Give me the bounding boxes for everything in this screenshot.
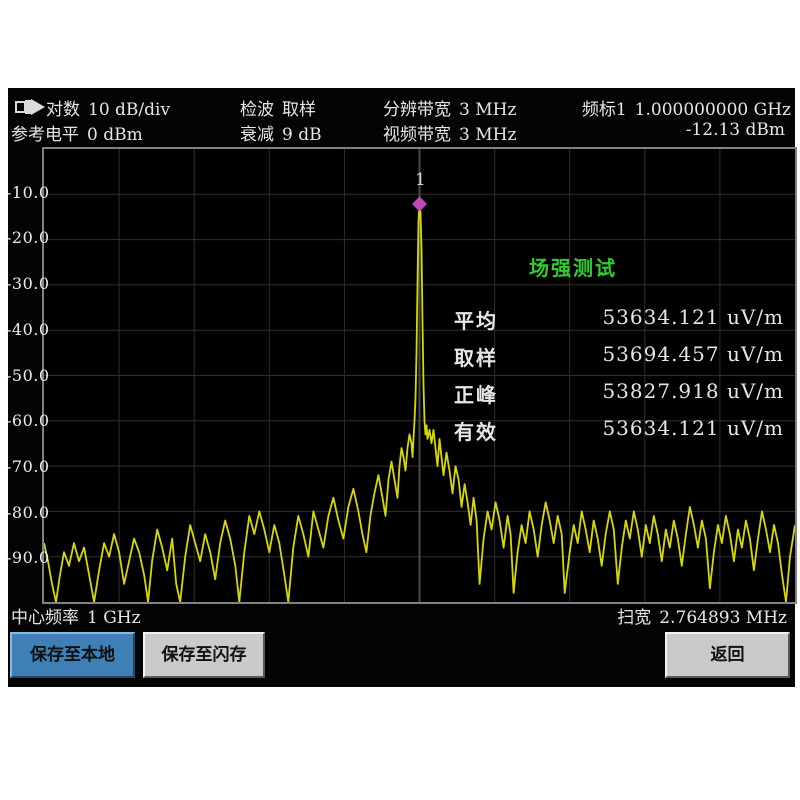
marker-id-label: 1 [415,170,426,190]
detector-value: 取样 [282,100,316,120]
ref-level-value: 0 dBm [87,125,143,145]
y-axis-tick-label: -10.0 [6,184,40,202]
y-axis-tick-label: -70.0 [6,458,40,476]
scale-value: 10 dB/div [88,100,170,120]
marker-freq-field: 频标1 1.000000000 GHz [582,95,791,120]
ref-level-field: 参考电平 0 dBm [11,120,143,145]
marker-level-value: -12.13 dBm [686,120,785,140]
vbw-field: 视频带宽 3 MHz [383,120,516,145]
sample-value: 53694.457 uV/m [602,342,784,366]
y-axis-tick-label: -40.0 [6,321,40,339]
measurement-title: 场强测试 [529,252,617,281]
marker-level-field: -12.13 dBm [686,120,785,140]
center-frequency-readout: 中心频率 1 GHz [11,603,141,628]
measurement-row-average: 平均 53634.121 uV/m [454,305,784,331]
average-label: 平均 [454,305,498,334]
attenuation-label: 衰减 [240,125,274,145]
attenuation-value: 9 dB [282,125,322,145]
y-axis-tick-label: -80.0 [6,504,40,522]
positive-peak-value: 53827.918 uV/m [602,379,784,403]
measurement-row-sample: 取样 53694.457 uV/m [454,342,784,368]
spectrum-plot: 1 场强测试 平均 53634.121 uV/m 取样 53694.457 uV… [42,147,797,604]
center-frequency-label: 中心频率 [11,608,79,628]
y-axis-tick-label: -20.0 [6,229,40,247]
rbw-field: 分辨带宽 3 MHz [383,95,516,120]
save-to-local-button[interactable]: 保存至本地 [10,632,135,678]
detector-label: 检波 [240,100,274,120]
span-readout: 扫宽 2.764893 MHz [617,603,787,628]
rms-value: 53634.121 uV/m [602,416,784,440]
analyzer-screen: 对数10 dB/div 检波取样 分辨带宽3 MHz 频标11.00000000… [8,88,795,687]
rbw-value: 3 MHz [459,100,516,120]
rbw-label: 分辨带宽 [383,100,451,120]
marker-label: 频标1 [582,100,627,120]
detector-field: 检波取样 [240,95,316,120]
amplitude-scale-field: 对数 10 dB/div [46,95,170,120]
marker-diamond-icon [412,196,427,211]
plug-arrow-icon [14,98,48,120]
spectrum-canvas: 1 [44,149,795,602]
attenuation-field: 衰减 9 dB [240,120,322,145]
center-frequency-value: 1 GHz [87,608,141,628]
rms-label: 有效 [454,416,498,445]
y-axis-tick-label: -50.0 [6,367,40,385]
average-value: 53634.121 uV/m [602,305,784,329]
measurement-row-rms: 有效 53634.121 uV/m [454,416,784,442]
vbw-label: 视频带宽 [383,125,451,145]
y-axis-tick-label: -30.0 [6,275,40,293]
save-to-flash-button[interactable]: 保存至闪存 [143,632,265,678]
span-label: 扫宽 [617,608,651,628]
span-value: 2.764893 MHz [659,608,787,628]
measurement-row-positive-peak: 正峰 53827.918 uV/m [454,379,784,405]
y-axis-tick-label: -90.0 [6,549,40,567]
back-button[interactable]: 返回 [665,632,790,678]
y-axis-tick-label: -60.0 [6,412,40,430]
page: { "header": { "row1": { "scale_label": "… [0,0,800,800]
vbw-value: 3 MHz [459,125,516,145]
scale-label: 对数 [46,100,80,120]
sample-label: 取样 [454,342,498,371]
marker-freq-value: 1.000000000 GHz [635,100,791,120]
ref-level-label: 参考电平 [11,125,79,145]
positive-peak-label: 正峰 [454,379,498,408]
